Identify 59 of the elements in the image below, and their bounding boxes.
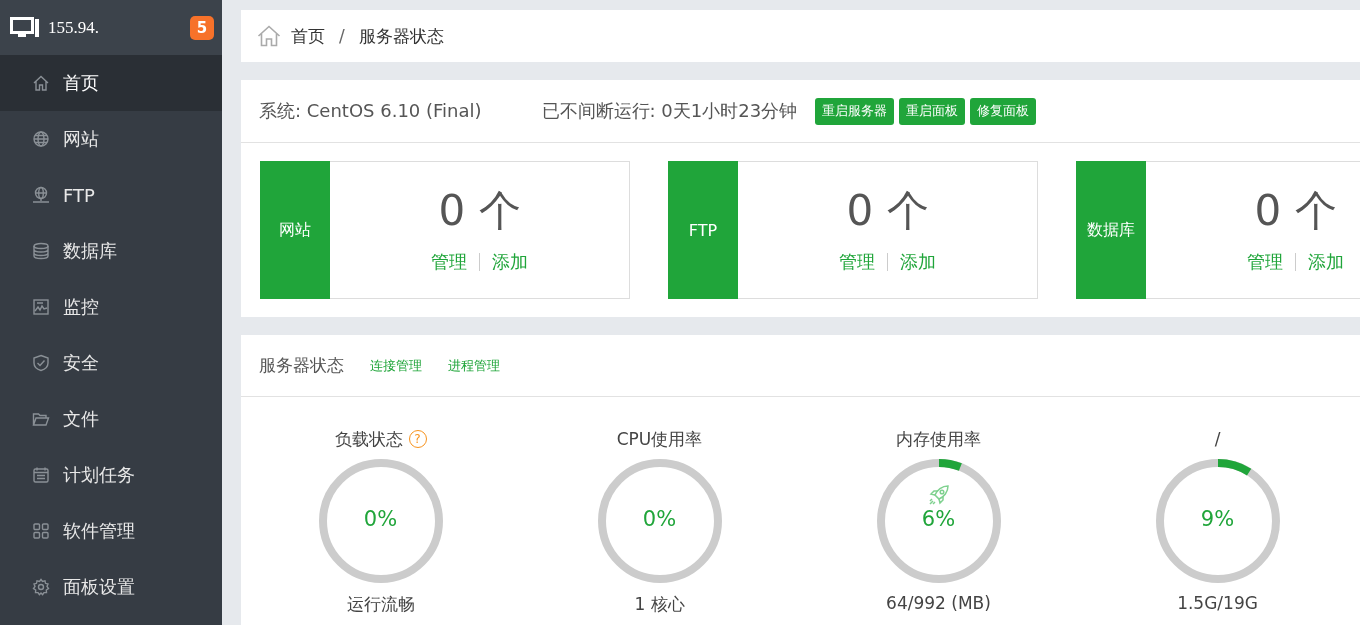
calendar-icon — [32, 466, 50, 484]
gauge-caption: 1.5G/19G — [1177, 593, 1258, 613]
gauge-title: / — [1214, 429, 1221, 449]
sidebar-item[interactable]: 软件管理 — [0, 503, 222, 559]
stat-link[interactable]: 管理 — [1247, 250, 1283, 274]
stat-count: 0 个 — [1254, 185, 1337, 237]
sidebar-item[interactable]: 计划任务 — [0, 447, 222, 503]
globe-icon — [32, 130, 50, 148]
gauge-caption: 64/992 (MB) — [886, 593, 991, 613]
action-button[interactable]: 重启面板 — [899, 97, 966, 125]
gear-icon — [32, 578, 50, 596]
home-icon[interactable] — [257, 25, 281, 47]
stat-count: 0 个 — [438, 185, 521, 237]
uptime-text: 已不间断运行: 0天1小时23分钟 — [541, 99, 798, 123]
gauge-value: 6% — [920, 507, 957, 531]
grid-icon — [32, 522, 50, 540]
sidebar-item[interactable]: 首页 — [0, 55, 222, 111]
stat-link[interactable]: 管理 — [839, 250, 875, 274]
gauge-value: 0% — [641, 507, 678, 531]
section-link[interactable]: 进程管理 — [448, 356, 500, 375]
breadcrumb-link[interactable]: 首页 — [291, 24, 325, 48]
stat-link[interactable]: 管理 — [431, 250, 467, 274]
server-address: 155.94. — [48, 17, 100, 38]
sidebar-item[interactable]: 数据库 — [0, 223, 222, 279]
sidebar-item[interactable]: 面板设置 — [0, 559, 222, 615]
gauge-title: 负载状态 — [334, 427, 403, 451]
stat-label: 数据库 — [1076, 161, 1146, 299]
home-icon — [32, 74, 50, 92]
stat-link[interactable]: 添加 — [492, 250, 528, 274]
stat-link[interactable]: 添加 — [900, 250, 936, 274]
action-button[interactable]: 重启服务器 — [815, 97, 895, 125]
sidebar-item[interactable]: 监控 — [0, 279, 222, 335]
breadcrumb-separator: / — [339, 26, 345, 46]
monitor-icon — [32, 298, 50, 316]
sidebar-item[interactable]: 网站 — [0, 111, 222, 167]
gauge-title: 内存使用率 — [896, 427, 981, 451]
gauge-caption: 1 核心 — [634, 593, 685, 616]
database-icon — [32, 242, 50, 260]
system-info: 系统: CentOS 6.10 (Final) — [259, 99, 482, 123]
gauge-title: CPU使用率 — [616, 427, 703, 451]
stat-link[interactable]: 添加 — [1308, 250, 1344, 274]
gauge-value: 9% — [1199, 507, 1236, 531]
shield-icon — [32, 354, 50, 372]
stat-label: 网站 — [260, 161, 330, 299]
section-link[interactable]: 连接管理 — [370, 356, 422, 375]
computer-icon — [10, 16, 40, 39]
sidebar-item[interactable]: FTP — [0, 167, 222, 223]
gauge-caption: 运行流畅 — [346, 593, 415, 616]
section-title: 服务器状态 — [259, 354, 344, 377]
ftp-icon — [32, 186, 50, 204]
sidebar-item[interactable]: 文件 — [0, 391, 222, 447]
breadcrumb-link[interactable]: 服务器状态 — [358, 24, 444, 48]
sidebar-item[interactable]: 安全 — [0, 335, 222, 391]
stat-label: FTP — [668, 161, 738, 299]
action-button[interactable]: 修复面板 — [970, 97, 1037, 125]
stat-count: 0 个 — [846, 185, 929, 237]
notification-badge[interactable]: 5 — [190, 15, 214, 40]
folder-icon — [32, 410, 50, 428]
gauge-value: 0% — [362, 507, 399, 531]
